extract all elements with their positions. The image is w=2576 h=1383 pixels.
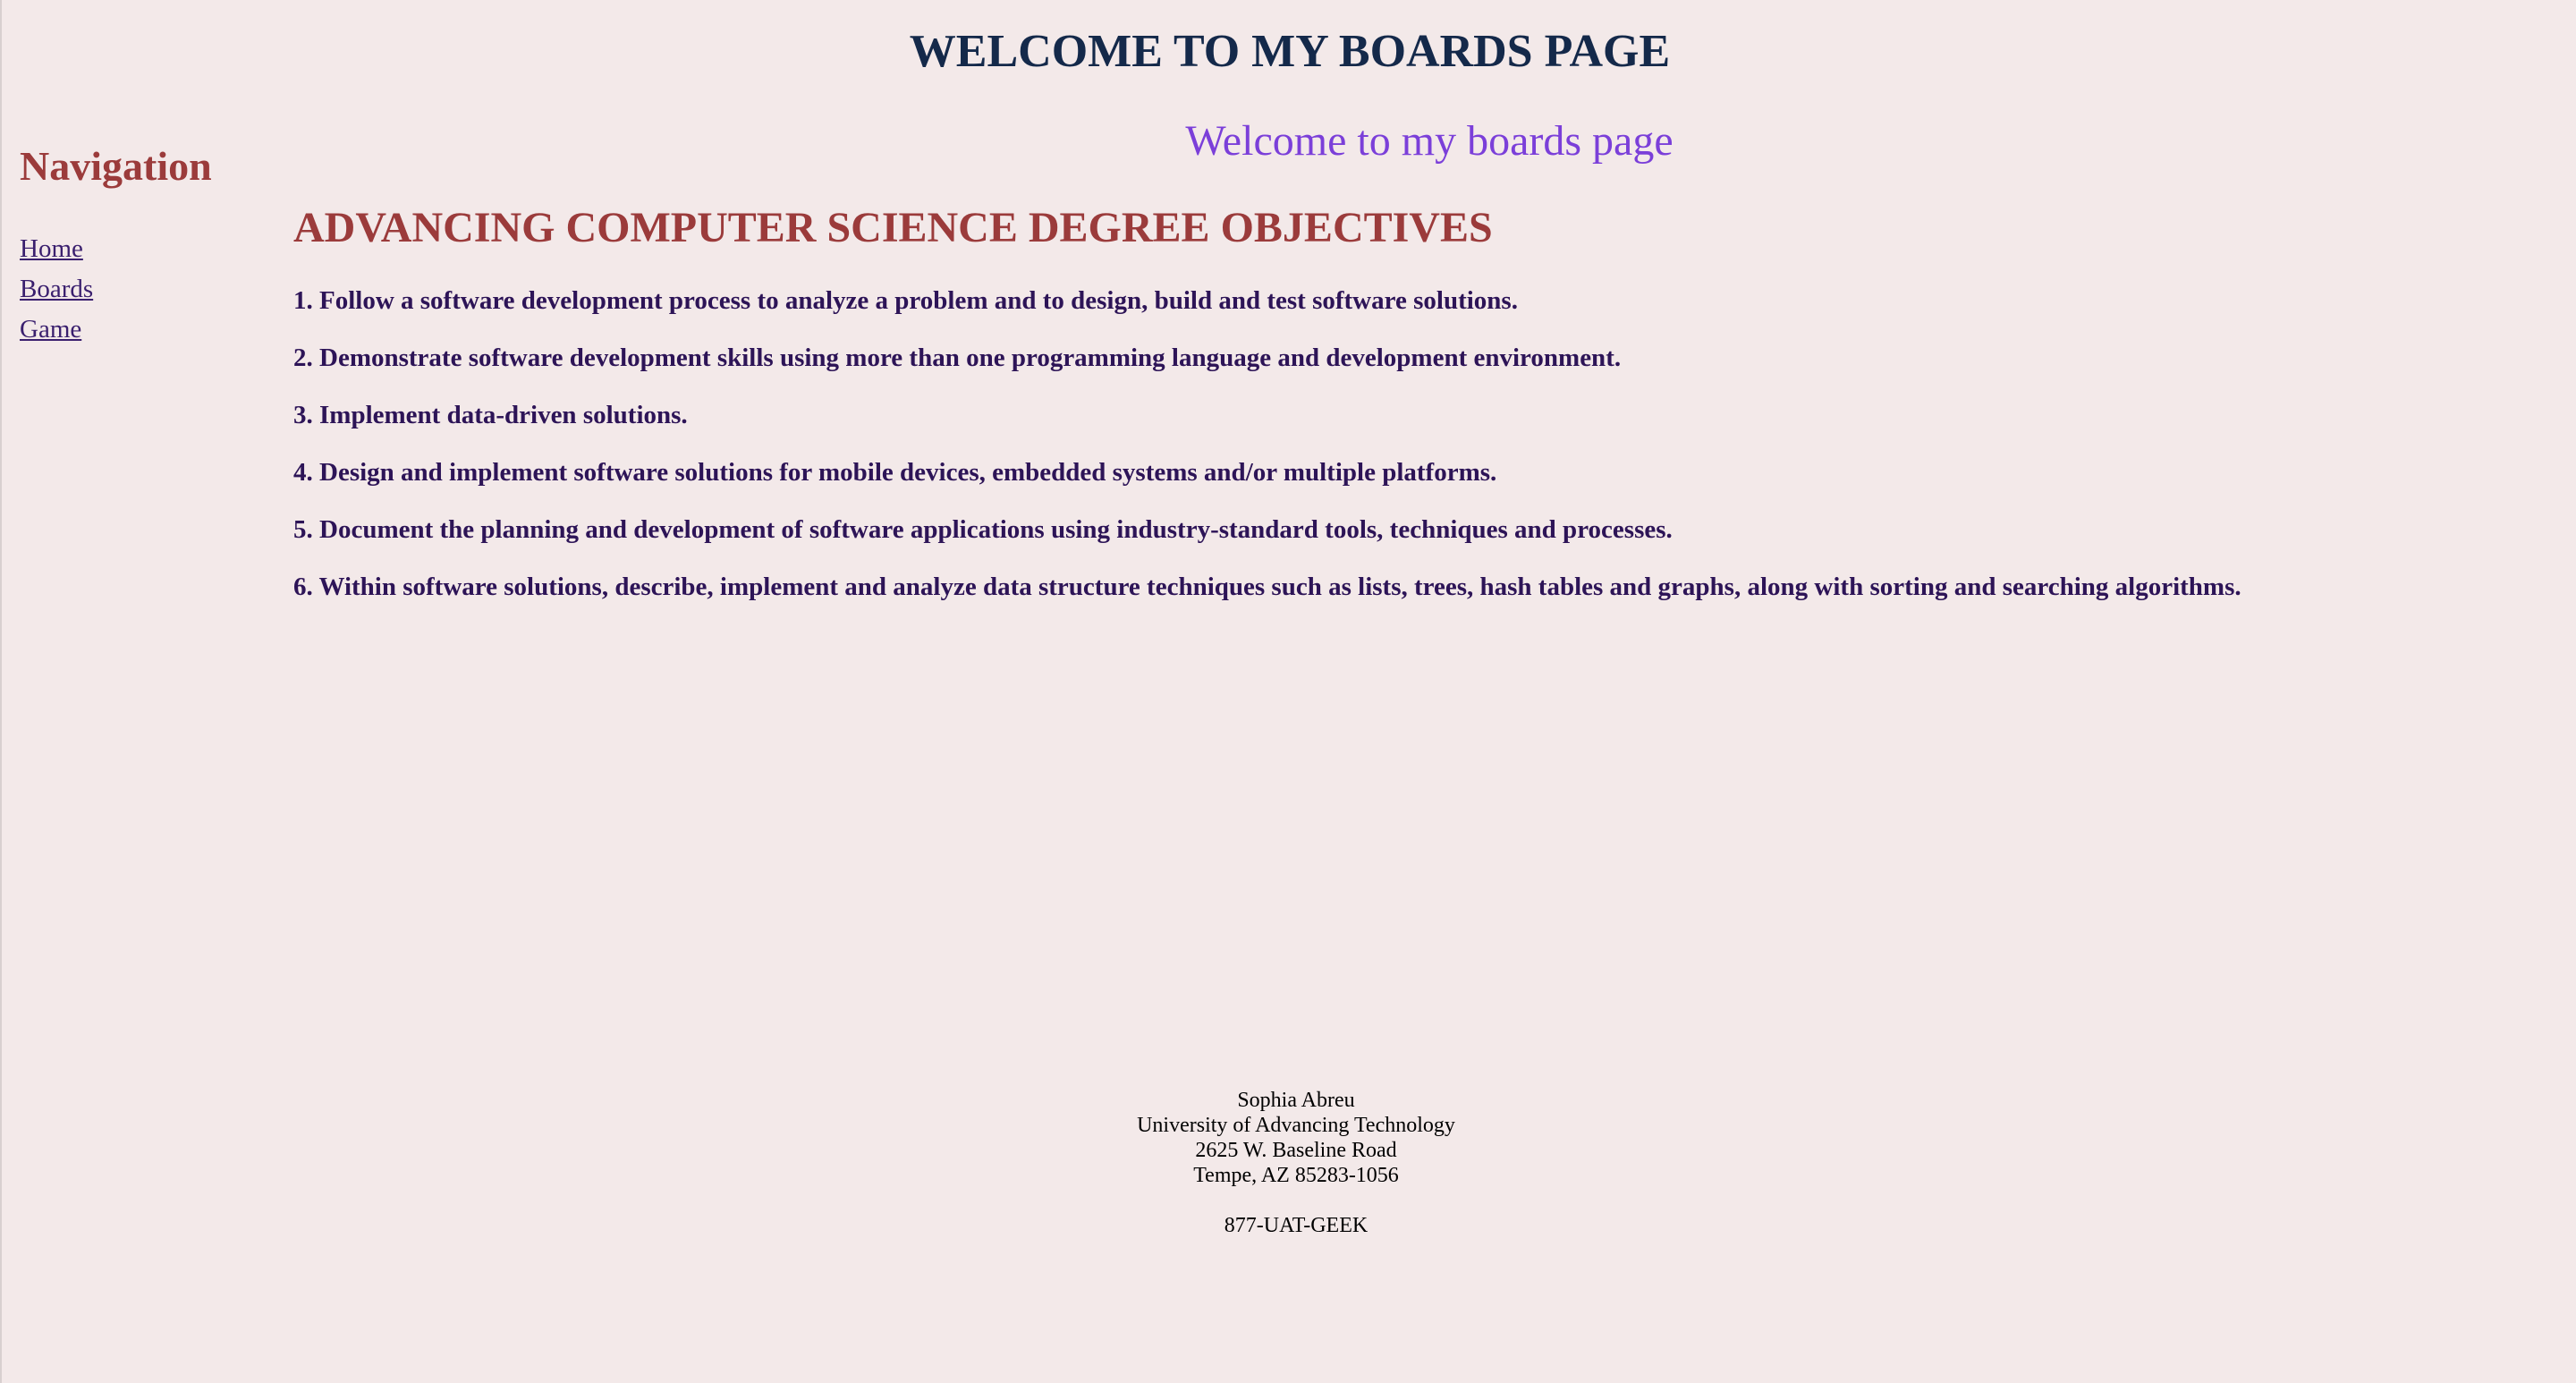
nav-link-game[interactable]: Game (20, 315, 81, 344)
objective-item: 3. Implement data-driven solutions. (293, 401, 688, 429)
sidebar-heading: Navigation (20, 143, 212, 189)
objective-item: 1. Follow a software development process… (293, 286, 1518, 315)
objectives-heading: ADVANCING COMPUTER SCIENCE DEGREE OBJECT… (293, 204, 1493, 251)
page-title: WELCOME TO MY BOARDS PAGE (909, 26, 1671, 77)
nav-item-game: Game (20, 310, 270, 350)
nav-link-home[interactable]: Home (20, 234, 83, 263)
nav-item-boards: Boards (20, 269, 270, 310)
footer-city: Tempe, AZ 85283-1056 (1193, 1164, 1399, 1187)
objective-item: 4. Design and implement software solutio… (293, 458, 1497, 487)
objectives-list: 1. Follow a software development process… (293, 279, 2547, 623)
page-subtitle: Welcome to my boards page (1185, 117, 1674, 165)
objective-item: 5. Document the planning and development… (293, 515, 1673, 544)
nav-link-boards[interactable]: Boards (20, 275, 93, 303)
footer-phone: 877-UAT-GEEK (1224, 1214, 1368, 1237)
sidebar-navigation: Navigation Home Boards Game (20, 140, 270, 350)
objective-item: 2. Demonstrate software development skil… (293, 344, 1622, 372)
footer-street: 2625 W. Baseline Road (1195, 1139, 1397, 1162)
nav-list: Home Boards Game (20, 229, 270, 350)
footer-contact: Sophia Abreu University of Advancing Tec… (2, 1088, 2576, 1238)
footer-institution: University of Advancing Technology (1137, 1114, 1455, 1137)
objective-item: 6. Within software solutions, describe, … (293, 573, 2241, 601)
footer-name: Sophia Abreu (1237, 1089, 1355, 1112)
nav-item-home: Home (20, 229, 270, 269)
